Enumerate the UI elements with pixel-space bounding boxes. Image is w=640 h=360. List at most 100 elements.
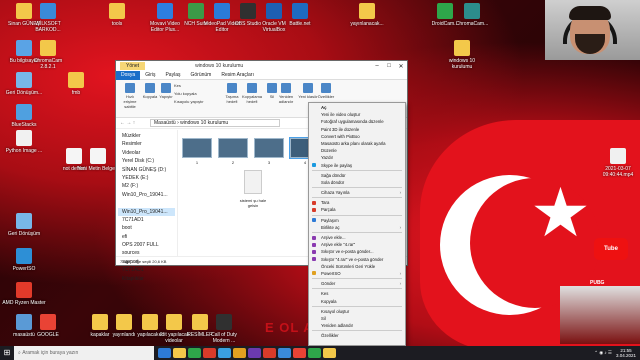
- context-menu-item[interactable]: Arşive ekle...: [309, 234, 405, 241]
- ribbon-button[interactable]: Kopyalama hedefi: [242, 83, 262, 104]
- taskbar-app-icon[interactable]: [158, 348, 171, 358]
- desktop-icon[interactable]: Battle.net: [278, 3, 322, 27]
- nav-item[interactable]: Win10_Pro_19041...: [118, 191, 175, 199]
- nav-item[interactable]: SİNAN GÜNEŞ (D:): [118, 166, 175, 174]
- taskbar-app-icon[interactable]: [308, 348, 321, 358]
- context-menu-item[interactable]: Kes: [309, 290, 405, 297]
- context-menu-item[interactable]: Fotoğraf uygulamasında düzenle: [309, 118, 405, 125]
- context-menu-item[interactable]: Kopyala: [309, 298, 405, 305]
- nav-item[interactable]: Videolar: [118, 149, 175, 157]
- image-thumbnail-label[interactable]: 1: [182, 160, 212, 165]
- ribbon-button[interactable]: Yapıştır: [156, 83, 176, 99]
- context-menu-item[interactable]: Önceki Sürümleri Geri Yükle: [309, 263, 405, 270]
- context-menu-item[interactable]: Convert with PixBoo: [309, 133, 405, 140]
- context-menu-item[interactable]: Parçala: [309, 206, 405, 213]
- ribbon-tab[interactable]: Giriş: [140, 72, 160, 78]
- address-path[interactable]: Masaüstü › windows 10 kurulumu: [150, 119, 280, 127]
- nav-item[interactable]: Resimler: [118, 140, 175, 148]
- context-menu-item[interactable]: Masaüstü arka planı olarak ayarla: [309, 140, 405, 147]
- desktop-icon[interactable]: windows 10 kurulumu: [440, 40, 484, 70]
- nav-item[interactable]: Müzikler: [118, 132, 175, 140]
- close-icon[interactable]: ✕: [395, 63, 407, 70]
- desktop-icon[interactable]: Yeni Metin Belgesi: [76, 148, 120, 172]
- context-menu-item[interactable]: Paint 3D ile düzenle: [309, 126, 405, 133]
- ribbon-button[interactable]: Hızlı erişime sabitle: [120, 83, 140, 109]
- context-menu-item[interactable]: Aç: [309, 104, 405, 111]
- ribbon-tab[interactable]: Paylaş: [160, 72, 185, 78]
- ribbon-button[interactable]: Yeni klasör: [298, 83, 318, 99]
- taskbar-app-icon[interactable]: [263, 348, 276, 358]
- nav-item[interactable]: efi: [118, 233, 175, 241]
- maximize-icon[interactable]: □: [383, 63, 395, 70]
- ribbon-button[interactable]: Yeniden adlandır: [276, 83, 296, 104]
- taskbar-app-icon[interactable]: [248, 348, 261, 358]
- context-menu-item[interactable]: Sıkıştır ve e-posta gönder...: [309, 248, 405, 255]
- context-menu-item[interactable]: Skype ile paylaş: [309, 162, 405, 169]
- tray-icons[interactable]: ⌃ ◉ ♪ ☰: [594, 350, 612, 356]
- desktop-icon[interactable]: yayınlanacak...: [345, 3, 389, 27]
- taskbar-app-icon[interactable]: [203, 348, 216, 358]
- taskbar-app-icon[interactable]: [218, 348, 231, 358]
- ribbon-tab[interactable]: Görünüm: [185, 72, 216, 78]
- taskbar-app-icon[interactable]: [233, 348, 246, 358]
- nav-arrows-icon[interactable]: ← → ↑: [120, 120, 150, 126]
- minimize-icon[interactable]: –: [371, 63, 383, 70]
- windows-start-icon[interactable]: ⊞: [0, 346, 14, 360]
- desktop-icon[interactable]: fmb: [54, 72, 98, 96]
- context-menu-item[interactable]: Cihaza Yayınla ›: [309, 189, 405, 196]
- context-menu-item[interactable]: Sıkıştır "4.rar" ve e-posta gönder: [309, 256, 405, 263]
- explorer-titlebar[interactable]: Yönet windows 10 kurulumu – □ ✕: [116, 61, 407, 71]
- desktop-icon[interactable]: AMD Ryzen Master: [2, 282, 46, 306]
- context-menu-item[interactable]: Sağa döndür: [309, 172, 405, 179]
- desktop-icon[interactable]: ChromaCam 2.8.2.1: [26, 40, 70, 70]
- ribbon-button[interactable]: Taşıma hedefi: [222, 83, 242, 104]
- context-menu-item[interactable]: PowerISO ›: [309, 270, 405, 277]
- context-menu-item[interactable]: Arşive ekle "4.rar": [309, 241, 405, 248]
- image-thumbnail[interactable]: [182, 138, 212, 158]
- image-thumbnail[interactable]: [254, 138, 284, 158]
- desktop-icon[interactable]: 2021-03-07 09:40:44.mp4: [596, 148, 640, 178]
- image-thumbnail-label[interactable]: 3: [254, 160, 284, 165]
- desktop-icon[interactable]: BlueStacks: [2, 104, 46, 128]
- ribbon-tab[interactable]: Dosya: [116, 70, 141, 80]
- clock[interactable]: 21:55 3.04.2021: [616, 348, 636, 358]
- taskbar-app-icon[interactable]: [278, 348, 291, 358]
- desktop-icon[interactable]: Geri Dönüşüm: [2, 213, 46, 237]
- nav-item[interactable]: 7C71AD1: [118, 216, 175, 224]
- desktop-icon[interactable]: tools: [95, 3, 139, 27]
- context-menu-item[interactable]: Sil: [309, 315, 405, 322]
- taskbar-app-icon[interactable]: [173, 348, 186, 358]
- desktop-icon[interactable]: Call of Duty Modern ...: [202, 314, 246, 344]
- image-thumbnail-label[interactable]: 2: [218, 160, 248, 165]
- context-menu-item[interactable]: Yazdır: [309, 154, 405, 161]
- desktop-icon[interactable]: ChromaCam...: [450, 3, 494, 27]
- nav-item[interactable]: Win10_Pro_19041...: [118, 207, 175, 216]
- nav-item[interactable]: OPS 2007 FULL: [118, 241, 175, 249]
- nav-item[interactable]: 7C71AD1: [118, 266, 175, 274]
- context-menu-item[interactable]: Gönder ›: [309, 280, 405, 287]
- nav-item[interactable]: boot: [118, 224, 175, 232]
- desktop-icon[interactable]: GOOGLE: [26, 314, 70, 338]
- ribbon-button[interactable]: Kısayolu yapıştır: [174, 99, 218, 104]
- context-menu-item[interactable]: Sola döndür: [309, 179, 405, 186]
- image-thumbnail[interactable]: [218, 138, 248, 158]
- search-box[interactable]: ⌕ Aramak için buraya yazın: [14, 346, 154, 360]
- ribbon-button[interactable]: Özellikler: [316, 83, 336, 99]
- tab-manage[interactable]: Yönet: [120, 62, 146, 70]
- nav-item[interactable]: YEDEK (E:): [118, 174, 175, 182]
- desktop-icon[interactable]: PowerISO: [2, 248, 46, 272]
- taskbar-app-icon[interactable]: [293, 348, 306, 358]
- desktop-icon[interactable]: Python Image ...: [2, 130, 46, 154]
- taskbar-app-icon[interactable]: [188, 348, 201, 358]
- ribbon-button[interactable]: Kes: [174, 83, 218, 88]
- nav-item[interactable]: Kitaplıklar: [118, 275, 175, 283]
- context-menu-item[interactable]: Tara: [309, 199, 405, 206]
- context-menu-item[interactable]: Birlikte aç ›: [309, 224, 405, 231]
- context-menu-item[interactable]: Yeni ile video oluştur: [309, 111, 405, 118]
- nav-item[interactable]: Yerel Disk (C:): [118, 157, 175, 165]
- desktop-icon[interactable]: Geri Dönüşüm...: [2, 72, 46, 96]
- context-menu-item[interactable]: Düzenle: [309, 147, 405, 154]
- nav-item[interactable]: M2 (F:): [118, 182, 175, 190]
- ribbon-tab[interactable]: Resim Araçları: [216, 72, 259, 78]
- text-file-label[interactable]: sistemi şu hale gelsin: [236, 198, 270, 208]
